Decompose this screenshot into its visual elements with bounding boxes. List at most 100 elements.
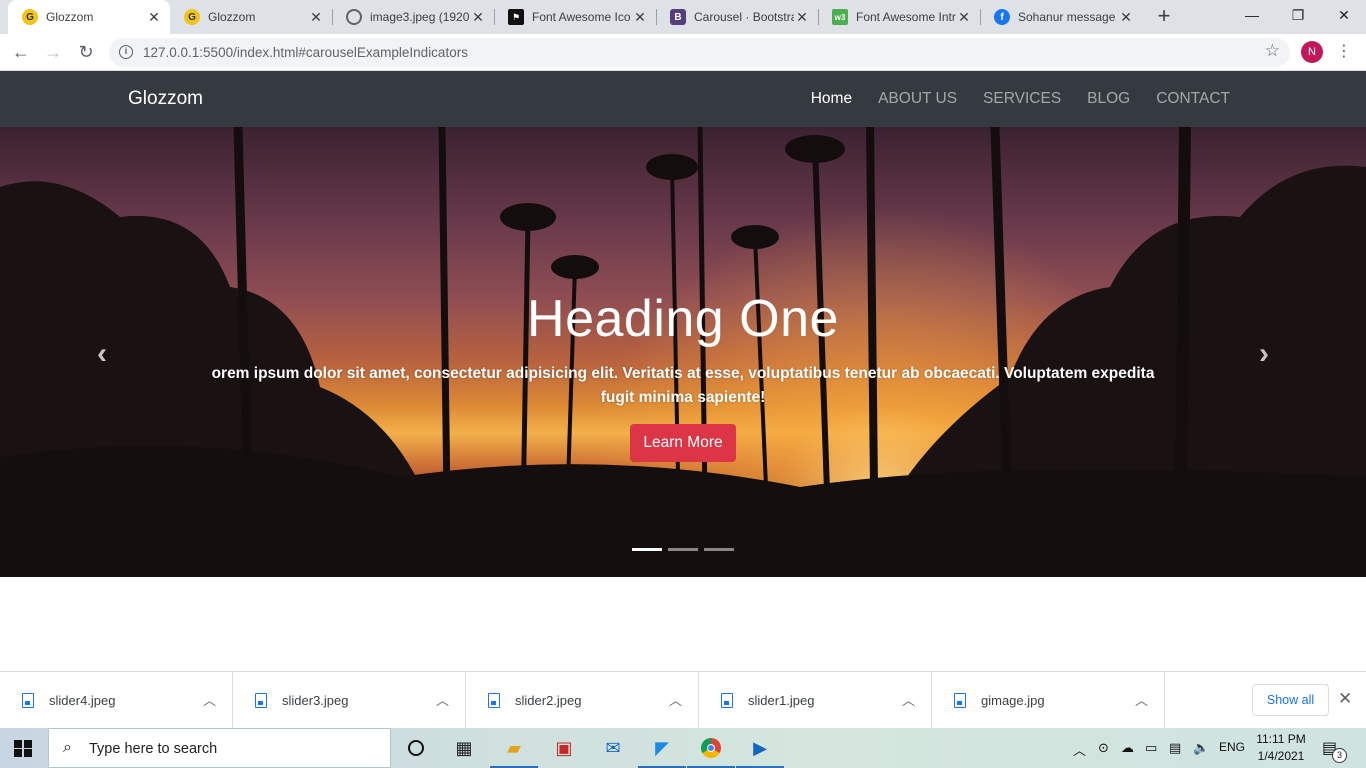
nav-link-blog[interactable]: BLOG xyxy=(1087,90,1130,108)
download-filename: slider2.jpeg xyxy=(515,693,582,708)
gift-app-icon[interactable]: ▣ xyxy=(550,734,578,762)
close-tab-icon[interactable]: ✕ xyxy=(308,9,324,26)
close-tab-icon[interactable]: ✕ xyxy=(632,9,648,26)
close-tab-icon[interactable]: ✕ xyxy=(470,9,486,26)
search-icon: ⌕ xyxy=(63,739,72,756)
glozzom-favicon-icon: G xyxy=(184,9,200,25)
chevron-up-icon[interactable]: ︿ xyxy=(902,690,915,709)
browser-tab[interactable]: w3 Font Awesome Intr ✕ xyxy=(818,0,980,34)
chevron-up-icon[interactable]: ︿ xyxy=(1135,690,1148,709)
carousel-indicators xyxy=(632,548,740,551)
search-placeholder: Type here to search xyxy=(89,741,218,757)
chevron-up-icon[interactable]: ︿ xyxy=(436,690,449,709)
download-item[interactable]: slider1.jpeg ︿ xyxy=(699,672,932,729)
nav-link-contact[interactable]: CONTACT xyxy=(1156,90,1230,108)
nav-links: Home ABOUT US SERVICES BLOG CONTACT xyxy=(785,90,1230,108)
tab-strip: G Glozzom ✕ G Glozzom ✕ image3.jpeg (192… xyxy=(0,0,1366,34)
clock-date: 1/4/2021 xyxy=(1257,749,1305,763)
address-bar[interactable]: i 127.0.0.1:5500/index.html#carouselExam… xyxy=(109,38,1290,67)
windows-taskbar: ⌕ Type here to search ▦ ▰ ▣ ✉ ◤ ▶ ︿ ⊙ ☁ … xyxy=(0,728,1366,768)
bookmark-star-icon[interactable]: ☆ xyxy=(1265,41,1280,61)
hero-carousel: ‹ › Heading One orem ipsum dolor sit ame… xyxy=(0,127,1366,577)
url-text[interactable]: 127.0.0.1:5500/index.html#carouselExampl… xyxy=(143,45,468,60)
browser-tab[interactable]: ⚑ Font Awesome Ico ✕ xyxy=(494,0,656,34)
taskbar-search-box[interactable]: ⌕ Type here to search xyxy=(48,728,391,768)
chevron-up-icon[interactable]: ︿ xyxy=(1073,740,1086,759)
download-filename: slider3.jpeg xyxy=(282,693,349,708)
carousel-indicator[interactable] xyxy=(632,548,662,551)
image-file-icon xyxy=(255,693,267,708)
image-file-icon xyxy=(22,693,34,708)
clock-time: 11:11 PM xyxy=(1256,732,1306,746)
carousel-heading: Heading One xyxy=(527,290,839,348)
learn-more-button[interactable]: Learn More xyxy=(630,424,736,462)
tab-title: Carousel · Bootstra xyxy=(694,10,794,24)
w3schools-icon: w3 xyxy=(832,9,848,25)
restore-icon[interactable]: ❐ xyxy=(1275,0,1321,30)
site-info-icon[interactable]: i xyxy=(119,45,133,59)
back-arrow-icon[interactable]: ← xyxy=(8,39,34,65)
close-tab-icon[interactable]: ✕ xyxy=(146,9,162,26)
download-filename: slider1.jpeg xyxy=(748,693,815,708)
nav-link-home[interactable]: Home xyxy=(811,90,852,108)
file-explorer-icon[interactable]: ▰ xyxy=(490,734,538,768)
download-filename: gimage.jpg xyxy=(981,693,1045,708)
browser-tab[interactable]: G Glozzom ✕ xyxy=(8,0,170,34)
language-indicator[interactable]: ENG xyxy=(1219,740,1245,754)
new-tab-button[interactable]: + xyxy=(1152,5,1176,29)
chrome-menu-icon[interactable]: ⋮ xyxy=(1336,40,1352,64)
close-tab-icon[interactable]: ✕ xyxy=(1118,9,1134,26)
tab-title: Sohanur message xyxy=(1018,10,1116,24)
image-file-icon xyxy=(721,693,733,708)
download-item[interactable]: slider2.jpeg ︿ xyxy=(466,672,699,729)
meet-now-icon[interactable]: ⊙ xyxy=(1098,740,1109,756)
browser-tab[interactable]: image3.jpeg (1920 ✕ xyxy=(332,0,494,34)
nav-link-about[interactable]: ABOUT US xyxy=(878,90,957,108)
tab-title: image3.jpeg (1920 xyxy=(370,10,470,24)
carousel-text: orem ipsum dolor sit amet, consectetur a… xyxy=(211,365,1155,406)
globe-icon xyxy=(346,9,362,25)
carousel-indicator[interactable] xyxy=(704,548,734,551)
task-view-icon[interactable]: ▦ xyxy=(450,734,478,762)
nav-link-services[interactable]: SERVICES xyxy=(983,90,1061,108)
bootstrap-icon: B xyxy=(670,9,686,25)
download-item[interactable]: gimage.jpg ︿ xyxy=(932,672,1165,729)
download-item[interactable]: slider3.jpeg ︿ xyxy=(233,672,466,729)
volume-icon[interactable]: 🔈 xyxy=(1193,740,1209,756)
browser-tab[interactable]: B Carousel · Bootstra ✕ xyxy=(656,0,818,34)
download-bar: slider4.jpeg ︿ slider3.jpeg ︿ slider2.jp… xyxy=(0,671,1366,729)
minimize-icon[interactable]: — xyxy=(1229,0,1275,30)
show-all-button[interactable]: Show all xyxy=(1252,684,1329,716)
reload-icon[interactable]: ↻ xyxy=(73,39,99,65)
battery-icon[interactable]: ▭ xyxy=(1145,740,1157,756)
forward-arrow-icon[interactable]: → xyxy=(40,39,66,65)
flag-icon: ⚑ xyxy=(508,9,524,25)
network-icon[interactable]: ▤ xyxy=(1169,740,1181,756)
download-filename: slider4.jpeg xyxy=(49,693,116,708)
chevron-up-icon[interactable]: ︿ xyxy=(669,690,682,709)
carousel-indicator[interactable] xyxy=(668,548,698,551)
image-file-icon xyxy=(954,693,966,708)
onedrive-icon[interactable]: ☁ xyxy=(1121,740,1134,756)
cortana-icon[interactable] xyxy=(402,734,430,762)
system-clock[interactable]: 11:11 PM 1/4/2021 xyxy=(1256,731,1306,765)
chevron-up-icon[interactable]: ︿ xyxy=(203,690,216,709)
close-tab-icon[interactable]: ✕ xyxy=(956,9,972,26)
download-item[interactable]: slider4.jpeg ︿ xyxy=(0,672,233,729)
facebook-icon: f xyxy=(994,9,1010,25)
close-download-bar-icon[interactable]: ✕ xyxy=(1338,689,1352,709)
chrome-icon[interactable] xyxy=(687,734,735,768)
browser-tab[interactable]: f Sohanur message ✕ xyxy=(980,0,1142,34)
close-tab-icon[interactable]: ✕ xyxy=(794,9,810,26)
profile-avatar[interactable]: N xyxy=(1301,41,1323,63)
site-brand[interactable]: Glozzom xyxy=(128,88,203,110)
windows-start-icon[interactable] xyxy=(14,740,32,757)
close-window-icon[interactable]: ✕ xyxy=(1321,0,1366,30)
mail-icon[interactable]: ✉ xyxy=(599,734,627,762)
vscode-icon[interactable]: ◤ xyxy=(638,734,686,768)
image-file-icon xyxy=(488,693,500,708)
media-player-icon[interactable]: ▶ xyxy=(736,734,784,768)
notification-count-badge: 3 xyxy=(1332,748,1347,763)
browser-tab[interactable]: G Glozzom ✕ xyxy=(170,0,332,34)
sunset-palm-image xyxy=(0,127,1366,577)
